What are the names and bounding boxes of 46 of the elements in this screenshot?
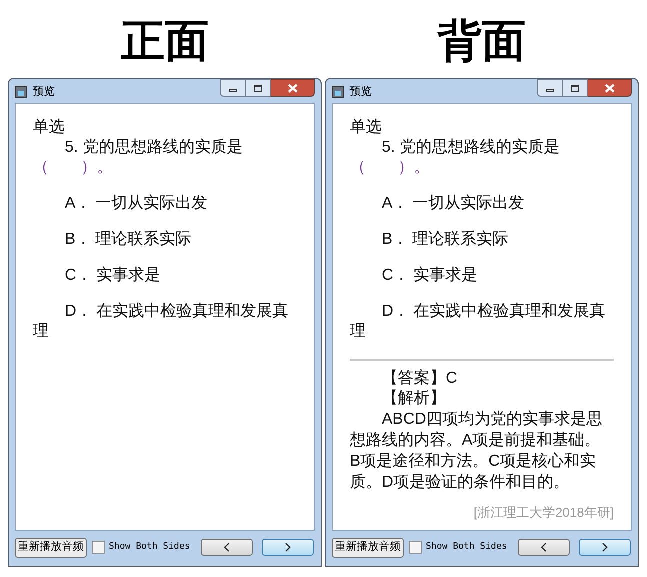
show-both-sides-checkbox[interactable] [409,541,422,554]
app-icon [332,86,344,98]
panel-heading: 正面 [120,15,210,69]
question-text: 5. 党的思想路线的实质是 [381,138,561,158]
minimize-button[interactable] [220,79,246,97]
previous-button[interactable] [518,539,570,556]
close-icon [288,84,298,92]
answer-line: 【答案】C [381,369,459,389]
close-button[interactable] [588,79,632,97]
replay-audio-button[interactable]: 重新播放音频 [332,538,404,558]
next-button[interactable] [262,539,314,556]
checkbox-label: Show Both Sides [109,540,190,554]
answer-blank: （ ）。 [350,158,431,178]
answer-option[interactable]: C． 实事求是 [33,266,291,286]
minimize-button[interactable] [537,79,563,97]
window-title: 预览 [33,84,55,100]
replay-audio-button[interactable]: 重新播放音频 [15,538,87,558]
question-type: 单选 [33,118,66,138]
answer-option[interactable]: A． 一切从实际出发 [350,194,608,214]
question-text: 5. 党的思想路线的实质是 [64,138,244,158]
chevron-right-icon [602,543,608,552]
app-icon [15,86,27,98]
maximize-button[interactable] [246,79,271,97]
chevron-right-icon [285,543,291,552]
answer-option[interactable]: B． 理论联系实际 [33,230,291,250]
window-title: 预览 [350,84,372,100]
close-icon [604,84,614,92]
previous-button[interactable] [201,539,253,556]
chevron-left-icon [224,543,230,552]
chevron-left-icon [541,543,547,552]
next-button[interactable] [579,539,631,556]
answer-blank: （ ）。 [33,158,114,178]
show-both-sides-checkbox[interactable] [92,541,105,554]
answer-option[interactable]: B． 理论联系实际 [350,230,608,250]
close-button[interactable] [271,79,315,97]
answer-option[interactable]: A． 一切从实际出发 [33,194,291,214]
question-type: 单选 [350,118,383,138]
answer-option[interactable]: D． 在实践中检验真理和发展真理 [350,302,608,342]
answer-option[interactable]: C． 实事求是 [350,266,608,286]
checkbox-label: Show Both Sides [426,540,508,554]
analysis-text: ABCD四项均为党的实事求是思想路线的内容。A项是前提和基础。B项是途径和方法。C项是核心和实质。D项是验证的条件和目的。 [350,410,604,493]
answer-option[interactable]: D． 在实践中检验真理和发展真理 [33,302,291,342]
analysis-heading: 【解析】 [381,389,447,409]
source-note: [浙江理工大学2018年研] [472,504,614,522]
panel-heading: 背面 [436,15,527,69]
maximize-button[interactable] [563,79,588,97]
